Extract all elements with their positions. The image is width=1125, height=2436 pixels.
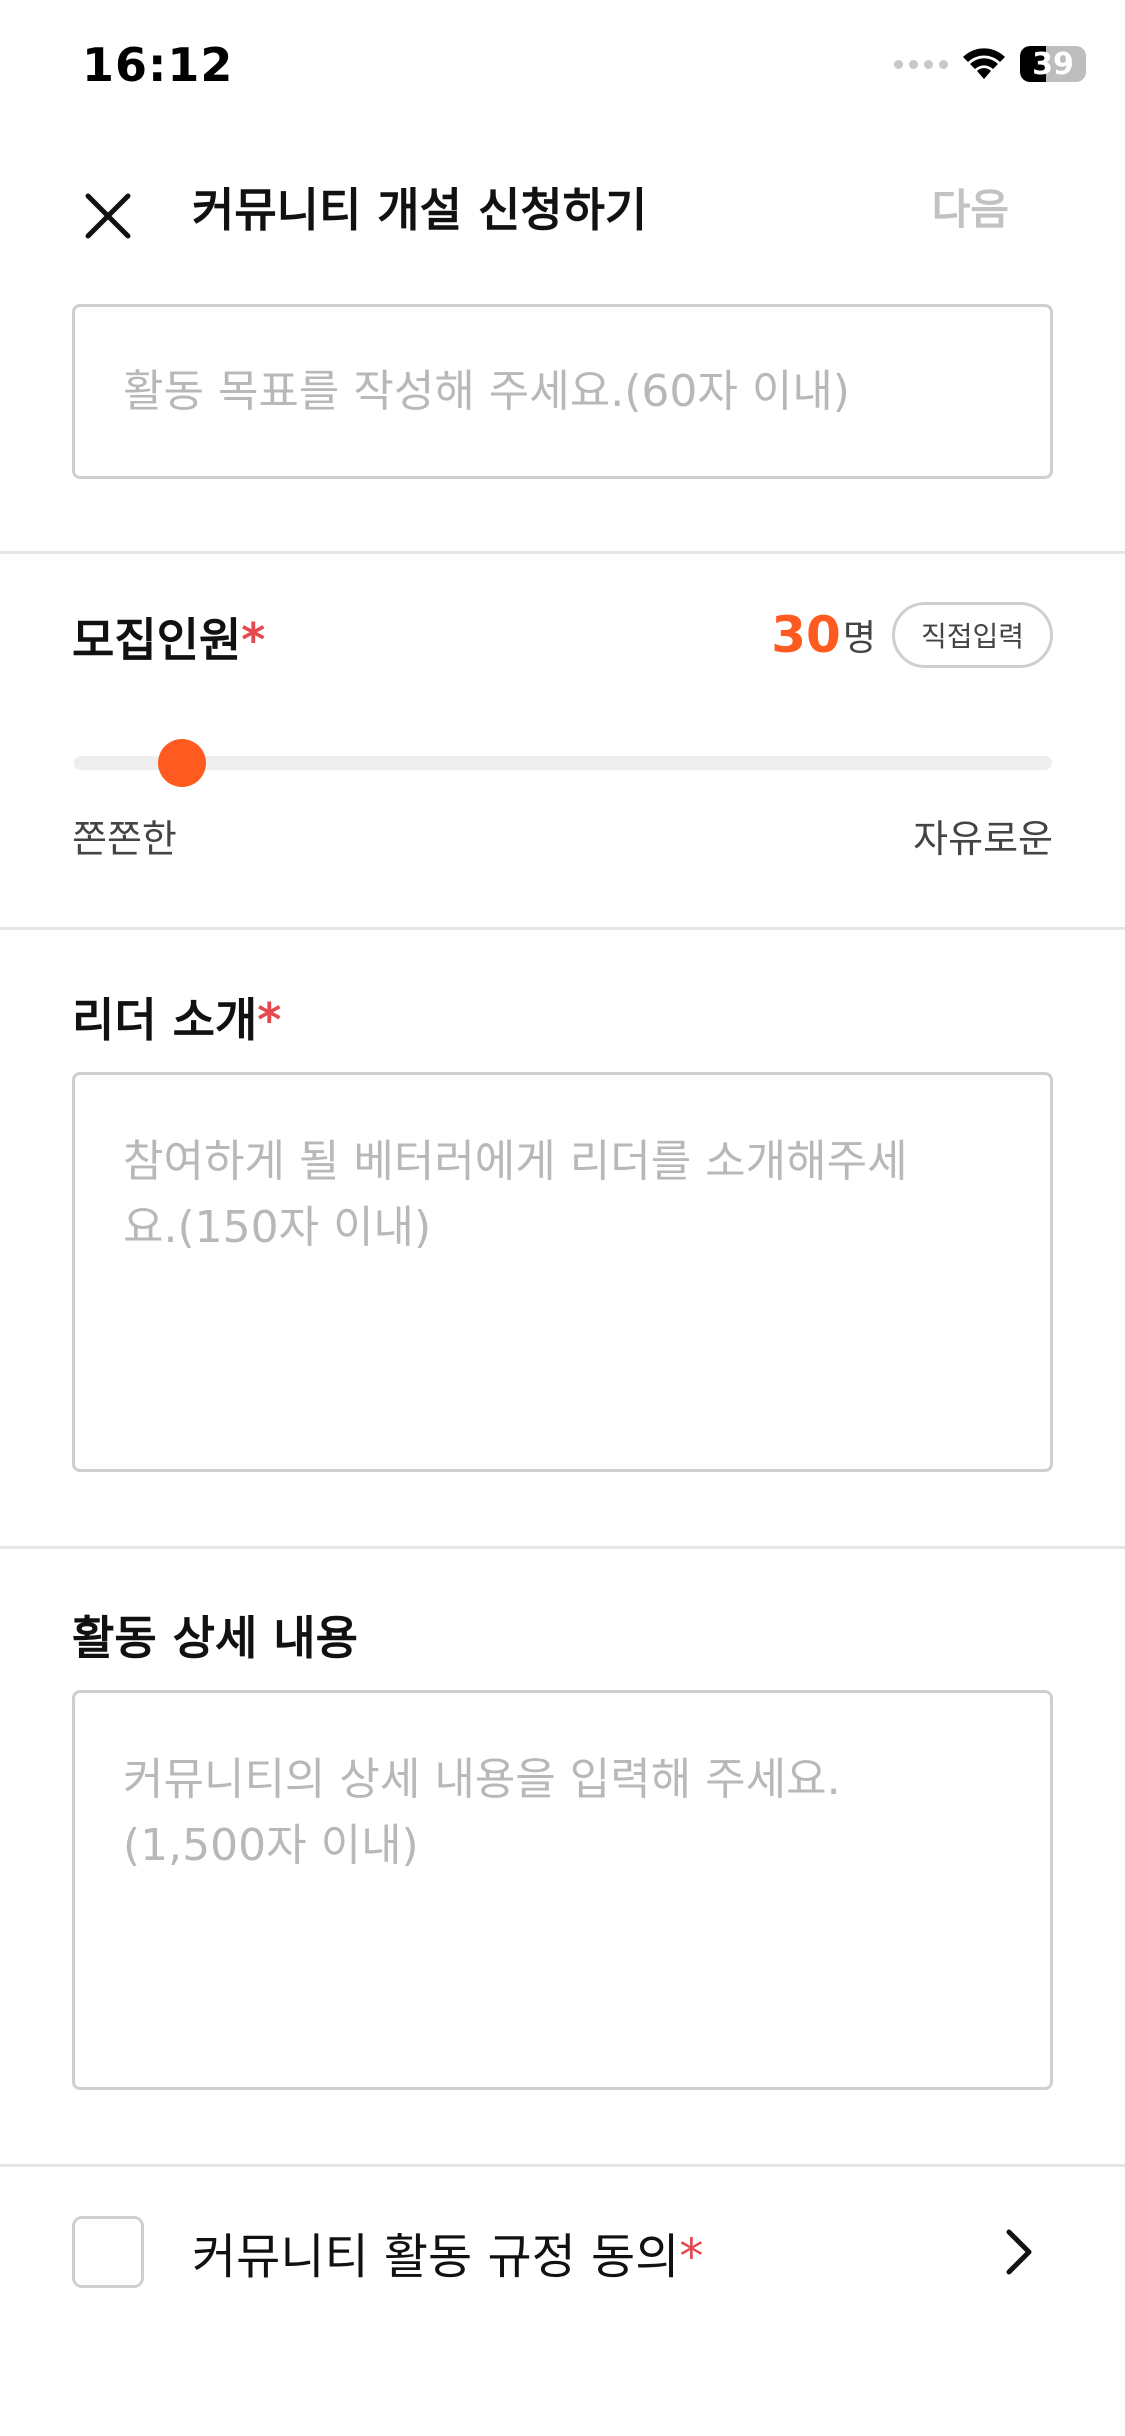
goal-placeholder: 활동 목표를 작성해 주세요.(60자 이내) [123, 365, 850, 417]
slider-min-label: 쫀쫀한 [72, 817, 177, 861]
goal-input[interactable]: 활동 목표를 작성해 주세요.(60자 이내) [72, 304, 1053, 479]
battery-icon: 39 [1020, 46, 1086, 82]
slider-thumb[interactable] [157, 739, 206, 787]
agreement-checkbox[interactable] [72, 2216, 144, 2288]
header: 커뮤니티 개설 신청하기 다음 [0, 140, 1125, 270]
close-icon [85, 193, 131, 239]
leader-title-text: 리더 소개 [72, 993, 258, 1047]
agreement-label: 커뮤니티 활동 규정 동의* [192, 2217, 703, 2287]
wifi-icon [963, 48, 1005, 79]
leader-title: 리더 소개* [72, 984, 281, 1050]
status-icons: 39 [894, 46, 1086, 82]
divider [0, 551, 1125, 554]
details-input[interactable]: 커뮤니티의 상세 내용을 입력해 주세요. (1,500자 이내) [72, 1690, 1053, 2090]
required-mark: * [257, 993, 282, 1047]
status-time: 16:12 [82, 38, 234, 92]
recruit-slider[interactable] [74, 739, 1052, 787]
leader-placeholder-line2: 요.(150자 이내) [123, 1202, 432, 1253]
divider [0, 927, 1125, 930]
chevron-right-icon[interactable] [993, 2226, 1045, 2278]
recruit-count-unit: 명 [842, 618, 876, 659]
divider [0, 2164, 1125, 2167]
battery-level: 39 [1032, 46, 1074, 82]
leader-placeholder-line1: 참여하게 될 베터러에게 리더를 소개해주세 [123, 1136, 908, 1187]
divider [0, 1546, 1125, 1549]
details-title: 활동 상세 내용 [72, 1611, 358, 1665]
cellular-signal-icon [894, 59, 948, 69]
details-placeholder-line2: (1,500자 이내) [123, 1820, 419, 1871]
slider-max-label: 자유로운 [913, 817, 1053, 861]
required-mark: * [241, 613, 266, 667]
agreement-row[interactable]: 커뮤니티 활동 규정 동의* [72, 2216, 1053, 2288]
agreement-label-text: 커뮤니티 활동 규정 동의 [192, 2229, 680, 2285]
next-button[interactable]: 다음 [932, 176, 1009, 237]
direct-input-button[interactable]: 직접입력 [891, 602, 1053, 668]
details-placeholder-line1: 커뮤니티의 상세 내용을 입력해 주세요. [123, 1754, 841, 1805]
required-mark: * [679, 2229, 704, 2285]
close-button[interactable] [70, 178, 146, 254]
recruit-title: 모집인원* [72, 604, 265, 670]
leader-intro-input[interactable]: 참여하게 될 베터러에게 리더를 소개해주세 요.(150자 이내) [72, 1072, 1053, 1472]
recruit-title-text: 모집인원 [72, 613, 242, 667]
recruit-count: 30 명 직접입력 [771, 602, 1053, 668]
recruit-count-value: 30 [771, 606, 841, 664]
page-title: 커뮤니티 개설 신청하기 [192, 183, 648, 237]
status-bar: 16:12 39 [0, 0, 1125, 135]
